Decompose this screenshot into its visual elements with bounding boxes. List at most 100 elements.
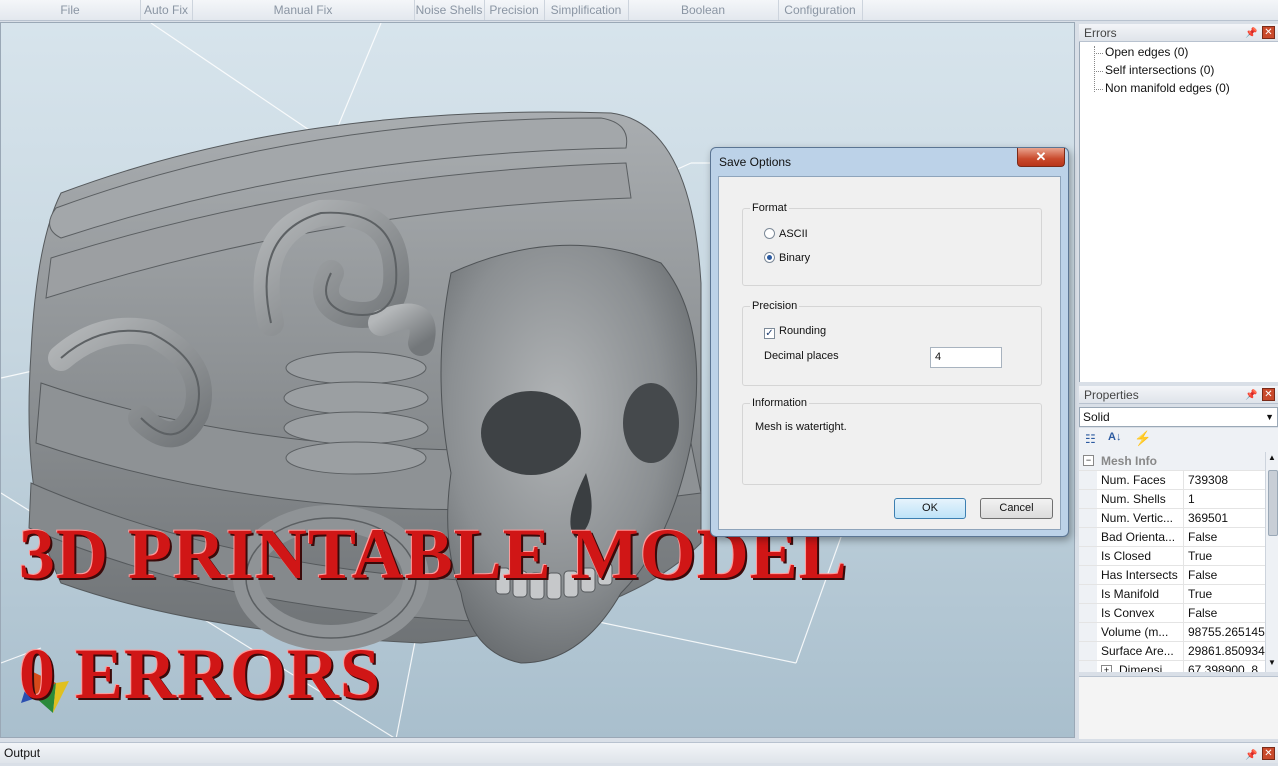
binary-label: Binary	[779, 252, 811, 264]
property-key: Num. Shells	[1101, 492, 1166, 506]
ok-button[interactable]: OK	[894, 498, 966, 519]
properties-panel-title: Properties	[1084, 388, 1139, 402]
table-row[interactable]: Is Closed True	[1079, 547, 1265, 566]
pin-icon[interactable]: 📌	[1245, 387, 1257, 405]
table-row[interactable]: Volume (m... 98755.265145	[1079, 623, 1265, 642]
information-legend: Information	[750, 397, 810, 409]
dialog-body: Format ASCII Binary Precision ✓ Rounding …	[718, 176, 1061, 530]
property-value: False	[1183, 528, 1265, 546]
expand-icon[interactable]: +	[1101, 665, 1112, 672]
error-item-self-intersections[interactable]: Self intersections (0)	[1105, 63, 1214, 77]
section-row[interactable]: − Mesh Info	[1079, 452, 1265, 471]
table-row[interactable]: Surface Are... 29861.850934	[1079, 642, 1265, 661]
errors-tree: Open edges (0) Self intersections (0) No…	[1079, 42, 1278, 382]
close-icon[interactable]: ✕	[1262, 747, 1275, 760]
precision-group: Precision ✓ Rounding Decimal places 4	[742, 300, 1042, 386]
property-value: 369501	[1183, 509, 1265, 527]
format-legend: Format	[750, 202, 789, 214]
categorized-view-icon[interactable]: ☷	[1085, 432, 1096, 446]
property-value: 67.398900, 8...	[1183, 661, 1265, 672]
collapse-icon[interactable]: −	[1083, 455, 1094, 466]
binary-radio[interactable]: Binary	[764, 252, 810, 264]
dialog-title: Save Options	[719, 155, 792, 169]
property-key: Surface Are...	[1101, 644, 1174, 658]
table-row[interactable]: Num. Shells 1	[1079, 490, 1265, 509]
error-item-non-manifold-edges[interactable]: Non manifold edges (0)	[1105, 81, 1230, 95]
decimal-places-label: Decimal places	[764, 350, 839, 362]
lightning-events-icon[interactable]: ⚡	[1134, 430, 1151, 447]
close-button[interactable]: ✕	[1017, 148, 1065, 167]
close-icon[interactable]: ✕	[1262, 26, 1275, 39]
object-selector-dropdown[interactable]: Solid ▼	[1079, 407, 1278, 427]
property-value: False	[1183, 566, 1265, 584]
table-row[interactable]: Num. Faces 739308	[1079, 471, 1265, 490]
property-key: Dimensi...	[1119, 663, 1173, 672]
property-value: 29861.850934	[1183, 642, 1265, 660]
rounding-checkbox[interactable]: ✓ Rounding	[764, 325, 826, 339]
tab-file[interactable]: File	[0, 0, 141, 20]
properties-scrollbar[interactable]: ▲ ▼	[1265, 452, 1278, 672]
property-key: Is Manifold	[1101, 587, 1160, 601]
property-key: Num. Faces	[1101, 473, 1166, 487]
tree-branch	[1094, 71, 1103, 72]
pin-icon[interactable]: 📌	[1245, 25, 1257, 43]
ribbon-tab-bar: File Auto Fix Manual Fix Noise Shells Pr…	[0, 0, 1278, 21]
scroll-down-icon[interactable]: ▼	[1268, 658, 1276, 667]
selected-object-label: Solid	[1083, 410, 1110, 424]
decimal-places-field[interactable]: 4	[930, 347, 1002, 368]
information-group: Information Mesh is watertight.	[742, 397, 1042, 485]
tab-noise-shells[interactable]: Noise Shells	[414, 0, 485, 20]
property-key: Is Closed	[1101, 549, 1152, 563]
sort-alphabetical-icon[interactable]: A↓	[1108, 431, 1121, 443]
table-row[interactable]: Num. Vertic... 369501	[1079, 509, 1265, 528]
error-item-open-edges[interactable]: Open edges (0)	[1105, 45, 1188, 59]
tab-auto-fix[interactable]: Auto Fix	[140, 0, 193, 20]
scrollbar-thumb[interactable]	[1268, 470, 1278, 536]
property-value: True	[1183, 547, 1265, 565]
tab-simplification[interactable]: Simplification	[544, 0, 629, 20]
property-value: False	[1183, 604, 1265, 622]
property-grid: − Mesh Info Num. Faces 739308 Num. Shells…	[1079, 452, 1265, 672]
table-row[interactable]: Bad Orienta... False	[1079, 528, 1265, 547]
close-icon: ✕	[1035, 149, 1047, 164]
tab-boolean[interactable]: Boolean	[628, 0, 779, 20]
ascii-radio[interactable]: ASCII	[764, 228, 808, 240]
format-group: Format ASCII Binary	[742, 202, 1042, 286]
chevron-down-icon[interactable]: ▼	[1265, 408, 1274, 426]
property-key: Bad Orienta...	[1101, 530, 1176, 544]
property-key: Is Convex	[1101, 606, 1155, 620]
table-row[interactable]: + Dimensi... 67.398900, 8...	[1079, 661, 1265, 672]
scroll-up-icon[interactable]: ▲	[1268, 453, 1276, 462]
table-row[interactable]: Is Manifold True	[1079, 585, 1265, 604]
radio-ascii-indicator[interactable]	[764, 228, 775, 239]
property-value: 98755.265145	[1183, 623, 1265, 641]
errors-panel-header: Errors 📌 ✕	[1079, 24, 1278, 42]
table-row[interactable]: Has Intersects False	[1079, 566, 1265, 585]
section-title: Mesh Info	[1101, 454, 1157, 468]
property-value: True	[1183, 585, 1265, 603]
rounding-label: Rounding	[779, 325, 827, 337]
property-value: 1	[1183, 490, 1265, 508]
pin-icon[interactable]: 📌	[1245, 746, 1257, 766]
property-key: Num. Vertic...	[1101, 511, 1174, 525]
close-icon[interactable]: ✕	[1262, 388, 1275, 401]
tab-configuration[interactable]: Configuration	[778, 0, 863, 20]
tab-manual-fix[interactable]: Manual Fix	[192, 0, 415, 20]
tree-branch	[1094, 89, 1103, 90]
checkbox-check-icon[interactable]: ✓	[764, 328, 775, 339]
overlay-error-count: 0 ERRORS	[19, 634, 382, 714]
property-description-area	[1079, 676, 1278, 739]
cancel-button[interactable]: Cancel	[980, 498, 1053, 519]
property-value: 739308	[1183, 471, 1265, 489]
precision-legend: Precision	[750, 300, 800, 312]
radio-binary-indicator[interactable]	[764, 252, 775, 263]
table-row[interactable]: Is Convex False	[1079, 604, 1265, 623]
tree-branch	[1094, 53, 1103, 54]
ascii-label: ASCII	[779, 228, 808, 240]
save-options-dialog: Save Options ✕ Format ASCII Binary Preci…	[710, 147, 1069, 537]
output-panel-title: Output	[4, 746, 41, 760]
properties-panel-header: Properties 📌 ✕	[1079, 386, 1278, 404]
tab-precision[interactable]: Precision	[484, 0, 545, 20]
information-text: Mesh is watertight.	[755, 421, 847, 433]
property-key: Volume (m...	[1101, 625, 1169, 639]
